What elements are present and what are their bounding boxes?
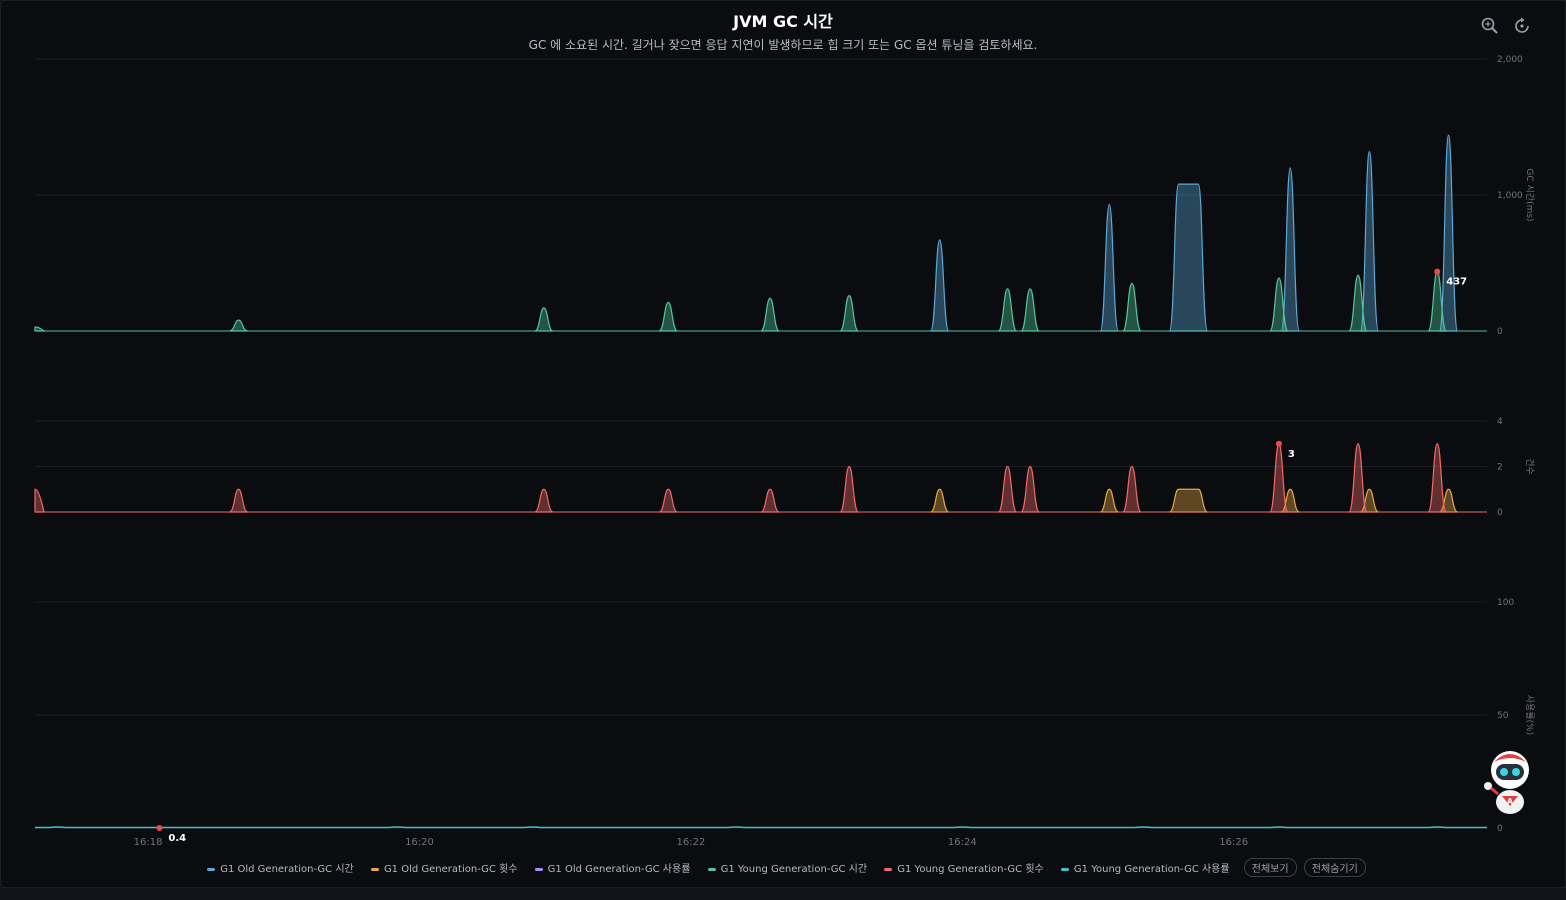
- series-peak: [229, 319, 248, 332]
- series-peak: [534, 307, 554, 332]
- series-peak: [1122, 282, 1142, 332]
- data-label: 437: [1446, 277, 1467, 288]
- series-peak: [997, 465, 1018, 513]
- series-peak: [1099, 203, 1119, 332]
- legend-label: G1 Old Generation-GC 사용률: [547, 864, 691, 875]
- assistant-mascot-icon[interactable]: A: [1482, 744, 1538, 816]
- series-peak: [229, 488, 248, 513]
- y-tick-label: 0: [1497, 508, 1503, 518]
- y-tick-label: 100: [1497, 598, 1514, 608]
- series-peak: [997, 288, 1018, 332]
- series-peak: [1100, 488, 1119, 513]
- series-peak: [930, 239, 950, 332]
- status-bar: [0, 888, 1566, 900]
- series-line: [35, 826, 1487, 829]
- y-tick-label: 0: [1497, 824, 1503, 834]
- legend-swatch: [370, 867, 379, 871]
- series-peak: [1269, 443, 1289, 513]
- y-tick-label: 2,000: [1497, 55, 1523, 65]
- legend-swatch: [884, 867, 893, 871]
- series-peak: [839, 295, 859, 332]
- series-peak: [1020, 465, 1040, 513]
- x-tick-label: 16:20: [405, 837, 434, 848]
- legend-label: G1 Young Generation-GC 시간: [720, 864, 868, 875]
- series-peak: [1169, 488, 1208, 513]
- legend-swatch: [707, 867, 716, 871]
- y-tick-label: 50: [1497, 711, 1509, 721]
- y-tick-label: 0: [1497, 327, 1503, 337]
- legend-item-young-time[interactable]: G1 Young Generation-GC 시간: [707, 860, 868, 875]
- series-peak: [760, 297, 780, 332]
- series-peak: [34, 488, 45, 513]
- y-tick-label: 2: [1497, 463, 1503, 473]
- legend-item-young-count[interactable]: G1 Young Generation-GC 횟수: [884, 860, 1044, 875]
- series-peak: [1168, 183, 1209, 332]
- data-label: 3: [1288, 449, 1295, 460]
- legend-label: G1 Young Generation-GC 횟수: [897, 864, 1044, 875]
- legend-label: G1 Old Generation-GC 횟수: [383, 864, 518, 875]
- y-axis-label: 건수: [1524, 458, 1535, 475]
- series-peak: [1438, 134, 1459, 332]
- y-tick-label: 4: [1497, 417, 1503, 427]
- svg-text:A: A: [1507, 797, 1514, 806]
- x-tick-label: 16:26: [1219, 837, 1248, 848]
- highlight-point: [156, 825, 163, 831]
- series-peak: [1427, 443, 1447, 513]
- legend-item-young-usage[interactable]: G1 Young Generation-GC 사용률: [1060, 860, 1230, 875]
- legend-swatch: [1060, 867, 1069, 871]
- show-all-button[interactable]: 전체보기: [1243, 858, 1297, 877]
- series-peak: [839, 465, 859, 513]
- data-label: 0.4: [168, 833, 186, 844]
- legend-item-old-count[interactable]: G1 Old Generation-GC 횟수: [370, 860, 518, 875]
- highlight-point: [1275, 440, 1282, 447]
- series-peak: [930, 488, 949, 513]
- series-peak: [1280, 167, 1300, 332]
- legend-swatch: [534, 867, 543, 871]
- legend-swatch: [207, 867, 216, 871]
- y-axis-label: GC 시간(ms): [1524, 168, 1535, 221]
- series-peak: [1359, 150, 1379, 332]
- series-peak: [1020, 288, 1040, 332]
- y-axis-label: 사용률(%): [1524, 695, 1535, 735]
- y-tick-label: 1,000: [1497, 191, 1523, 201]
- gc-chart[interactable]: 0 1,000 2,000 GC 시간(ms) 437 0 2 4 건수 3 0 50 100 사용률(%…: [0, 0, 1566, 900]
- legend: G1 Old Generation-GC 시간 G1 Old Generatio…: [0, 858, 1566, 877]
- series-peak: [658, 301, 678, 332]
- series-peak: [658, 488, 678, 513]
- legend-item-old-usage[interactable]: G1 Old Generation-GC 사용률: [534, 860, 691, 875]
- series-peak: [1348, 443, 1368, 513]
- series-peak: [1122, 465, 1142, 513]
- series-peak: [760, 488, 780, 513]
- legend-label: G1 Young Generation-GC 사용률: [1073, 864, 1230, 875]
- legend-item-old-time[interactable]: G1 Old Generation-GC 시간: [207, 860, 354, 875]
- series-peak: [34, 326, 46, 332]
- x-tick-label: 16:24: [948, 837, 977, 848]
- x-tick-label: 16:18: [134, 837, 163, 848]
- highlight-point: [1434, 268, 1441, 275]
- hide-all-button[interactable]: 전체숨기기: [1303, 858, 1366, 877]
- x-tick-label: 16:22: [676, 837, 705, 848]
- legend-label: G1 Old Generation-GC 시간: [220, 864, 354, 875]
- series-peak: [534, 488, 554, 513]
